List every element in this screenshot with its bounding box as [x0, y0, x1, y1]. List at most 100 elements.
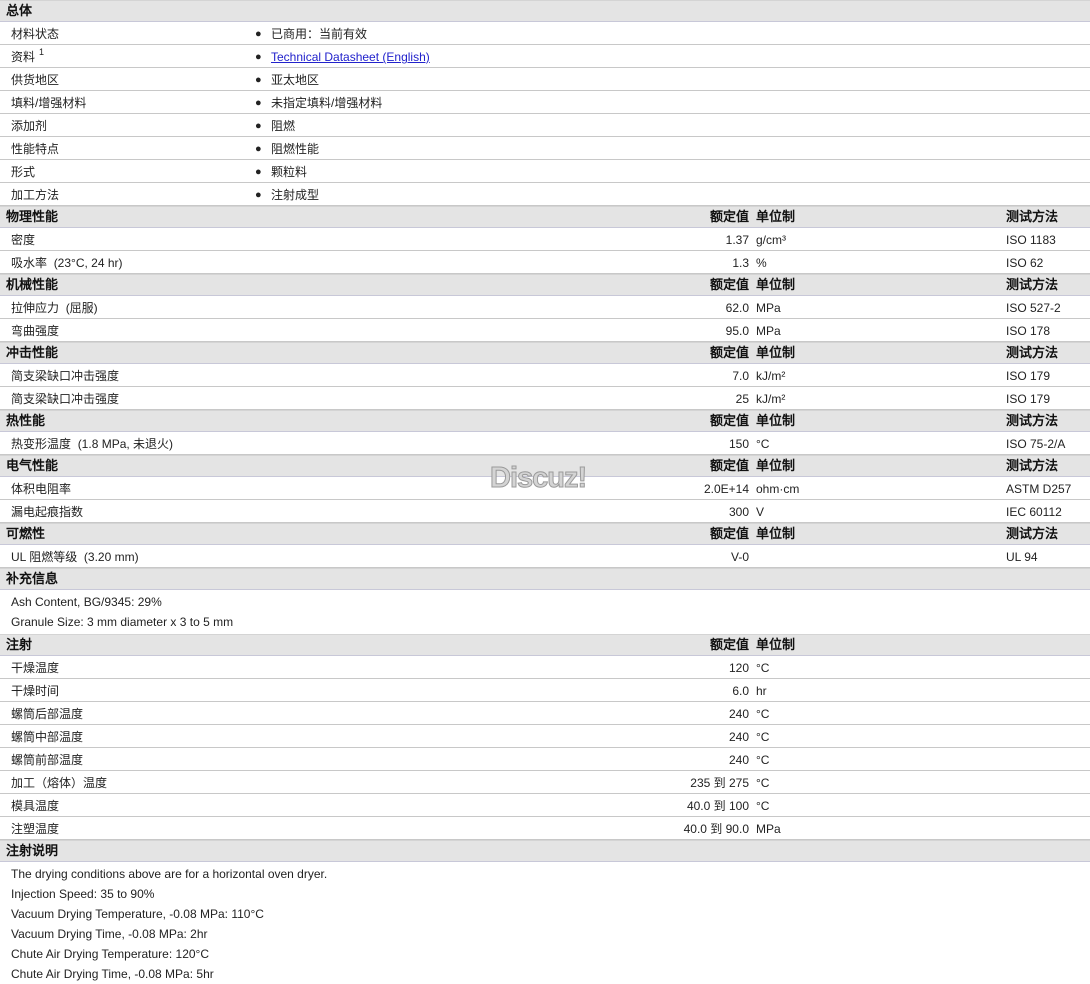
- injection-notes: The drying conditions above are for a ho…: [0, 862, 1090, 984]
- property-label: 简支梁缺口冲击强度: [11, 364, 119, 388]
- nominal-value: 150: [728, 437, 749, 451]
- method-header: 测试方法: [1006, 209, 1059, 224]
- section-title: 热性能: [6, 413, 46, 428]
- table-row: 螺筒中部温度 240 °C: [0, 725, 1090, 748]
- table-row: 注塑温度 40.0 到 90.0 MPa: [0, 817, 1090, 840]
- label-text: UL 阻燃等级: [11, 550, 78, 564]
- note-line: Chute Air Drying Temperature: 120°C: [11, 947, 210, 961]
- label-text: 体积电阻率: [11, 482, 72, 496]
- nominal-header: 额定值: [709, 637, 749, 652]
- unit-value: kJ/m²: [756, 392, 786, 406]
- unit-header: 单位制: [756, 209, 796, 224]
- property-value: 亚太地区: [271, 73, 320, 87]
- property-value: 注射成型: [271, 188, 320, 202]
- method-header: 测试方法: [1006, 345, 1059, 360]
- unit-value: hr: [756, 684, 767, 698]
- test-method: ISO 179: [1006, 392, 1051, 406]
- table-row: 漏电起痕指数 300 V IEC 60112: [0, 500, 1090, 523]
- note-line: Granule Size: 3 mm diameter x 3 to 5 mm: [11, 615, 234, 629]
- table-row: 加工方法 ● 注射成型: [0, 183, 1090, 206]
- nominal-value: 300: [728, 505, 749, 519]
- property-label: 模具温度: [11, 799, 60, 813]
- nominal-value: 1.37: [725, 233, 749, 247]
- nominal-header: 额定值: [709, 413, 749, 428]
- label-text: 填料/增强材料: [11, 96, 87, 110]
- note-line: Ash Content, BG/9345: 29%: [11, 595, 162, 609]
- nominal-value: 6.0: [732, 684, 749, 698]
- unit-value: V: [756, 505, 765, 519]
- property-label: 螺筒前部温度: [11, 753, 84, 767]
- section-general: 总体: [0, 0, 1090, 22]
- bullet-icon: ●: [255, 189, 262, 201]
- unit-value: °C: [756, 730, 770, 744]
- nominal-value: 235 到 275: [690, 776, 749, 790]
- nominal-value: 120: [728, 661, 749, 675]
- property-label: 螺筒后部温度: [11, 707, 84, 721]
- property-label: 加工方法: [11, 183, 59, 207]
- table-row: 性能特点 ● 阻燃性能: [0, 137, 1090, 160]
- test-method: UL 94: [1006, 550, 1038, 564]
- datasheet-link[interactable]: Technical Datasheet (English): [271, 45, 430, 69]
- table-row: 添加剂 ● 阻燃: [0, 114, 1090, 137]
- nominal-value: 240: [728, 753, 749, 767]
- section-header: 热性能 额定值 单位制 测试方法: [0, 410, 1090, 432]
- property-label: 简支梁缺口冲击强度: [11, 387, 119, 411]
- property-label: 资料 1: [11, 45, 44, 69]
- unit-header: 单位制: [756, 413, 796, 428]
- section-title: 机械性能: [6, 277, 59, 292]
- nominal-value: 62.0: [725, 301, 749, 315]
- table-row: 干燥温度 120 °C: [0, 656, 1090, 679]
- section-header: 冲击性能 额定值 单位制 测试方法: [0, 342, 1090, 364]
- bullet-icon: ●: [255, 143, 262, 155]
- label-text: 弯曲强度: [11, 324, 60, 338]
- condition-text: (3.20 mm): [83, 550, 139, 564]
- unit-value: ohm·cm: [756, 482, 800, 496]
- property-label: 加工（熔体）温度: [11, 776, 108, 790]
- section-title: 总体: [6, 3, 33, 18]
- section-header: 可燃性 额定值 单位制 测试方法: [0, 523, 1090, 545]
- section-title: 电气性能: [6, 458, 59, 473]
- table-row: 资料 1 ● Technical Datasheet (English): [0, 45, 1090, 68]
- table-row: 螺筒前部温度 240 °C: [0, 748, 1090, 771]
- condition-text: (1.8 MPa, 未退火): [77, 437, 174, 451]
- property-label: 密度: [11, 228, 35, 252]
- test-method: ISO 1183: [1006, 233, 1056, 247]
- bullet-icon: ●: [255, 28, 262, 40]
- test-method: ASTM D257: [1006, 482, 1072, 496]
- table-row: 密度 1.37 g/cm³ ISO 1183: [0, 228, 1090, 251]
- nominal-header: 额定值: [709, 209, 749, 224]
- condition-text: (屈服): [65, 301, 98, 315]
- unit-value: °C: [756, 661, 770, 675]
- property-label: 形式: [11, 160, 35, 184]
- label-text: 拉伸应力: [11, 301, 60, 315]
- property-label: 拉伸应力 (屈服): [11, 296, 98, 320]
- note-line: Injection Speed: 35 to 90%: [11, 887, 155, 901]
- property-label: 螺筒中部温度: [11, 730, 84, 744]
- property-value: 阻燃性能: [271, 142, 320, 156]
- bullet-icon: ●: [255, 97, 262, 109]
- label-text: 简支梁缺口冲击强度: [11, 392, 120, 406]
- table-row: 供货地区 ● 亚太地区: [0, 68, 1090, 91]
- property-label: 热变形温度 (1.8 MPa, 未退火): [11, 432, 173, 456]
- label-text: 材料状态: [11, 27, 60, 41]
- property-label: UL 阻燃等级 (3.20 mm): [11, 545, 139, 569]
- method-header: 测试方法: [1006, 277, 1059, 292]
- label-text: 简支梁缺口冲击强度: [11, 369, 120, 383]
- section-header: 物理性能 额定值 单位制 测试方法: [0, 206, 1090, 228]
- table-row: 吸水率 (23°C, 24 hr) 1.3% ISO 62: [0, 251, 1090, 274]
- property-label: 干燥时间: [11, 684, 60, 698]
- note-line: The drying conditions above are for a ho…: [11, 867, 328, 881]
- nominal-value: 240: [728, 730, 749, 744]
- table-row: 拉伸应力 (屈服) 62.0 MPa ISO 527-2: [0, 296, 1090, 319]
- table-row: 形式 ● 颗粒料: [0, 160, 1090, 183]
- property-value: 颗粒料: [271, 165, 308, 179]
- unit-value: g/cm³: [756, 233, 786, 247]
- label-text: 密度: [11, 233, 36, 247]
- property-label: 弯曲强度: [11, 319, 59, 343]
- note-line: Chute Air Drying Time, -0.08 MPa: 5hr: [11, 967, 214, 981]
- test-method: IEC 60112: [1006, 505, 1062, 519]
- note-line: Vacuum Drying Temperature, -0.08 MPa: 11…: [11, 907, 264, 921]
- property-label: 漏电起痕指数: [11, 500, 83, 524]
- table-row: 干燥时间 6.0 hr: [0, 679, 1090, 702]
- section-title: 注射说明: [6, 843, 59, 858]
